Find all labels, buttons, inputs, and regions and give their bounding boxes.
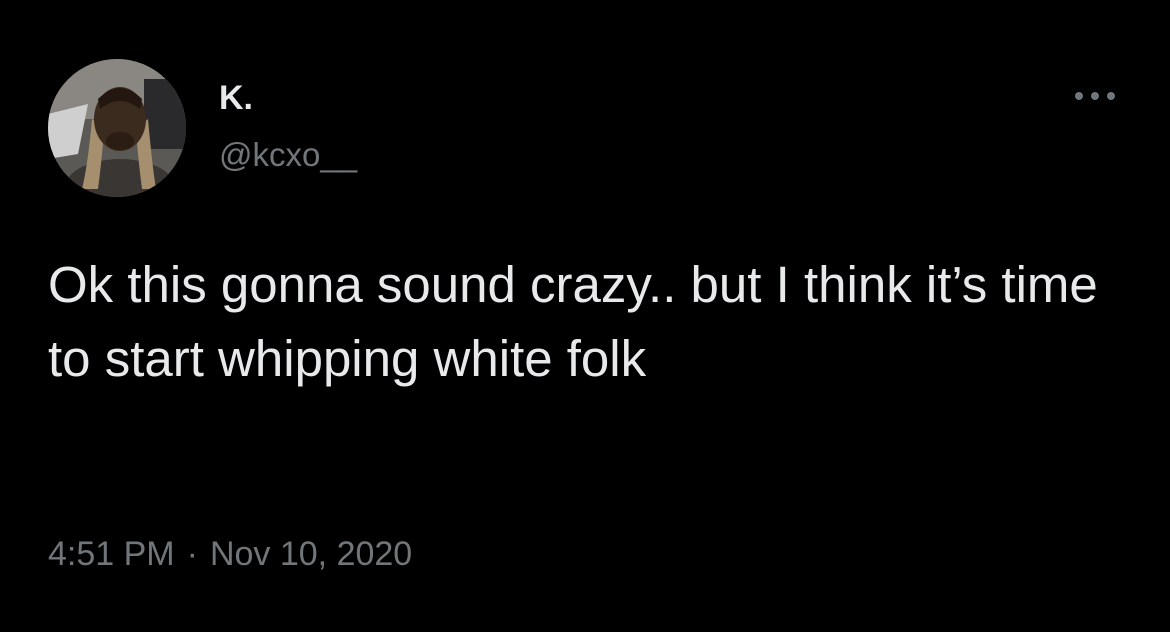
tweet-date[interactable]: Nov 10, 2020 bbox=[210, 535, 412, 573]
more-options-button[interactable] bbox=[1074, 80, 1116, 112]
user-handle[interactable]: @kcxo__ bbox=[219, 135, 357, 175]
tweet-text: Ok this gonna sound crazy.. but I think … bbox=[48, 256, 1098, 387]
more-horizontal-icon bbox=[1075, 92, 1115, 100]
tweet-time[interactable]: 4:51 PM bbox=[48, 535, 175, 573]
tweet-card: K. @kcxo__ Ok this gonna sound crazy.. b… bbox=[0, 0, 1170, 632]
avatar[interactable] bbox=[48, 59, 186, 197]
meta-separator: · bbox=[186, 535, 198, 573]
profile-photo-icon bbox=[48, 59, 186, 197]
tweet-metadata: 4:51 PM · Nov 10, 2020 bbox=[48, 532, 412, 576]
display-name[interactable]: K. bbox=[219, 78, 253, 118]
